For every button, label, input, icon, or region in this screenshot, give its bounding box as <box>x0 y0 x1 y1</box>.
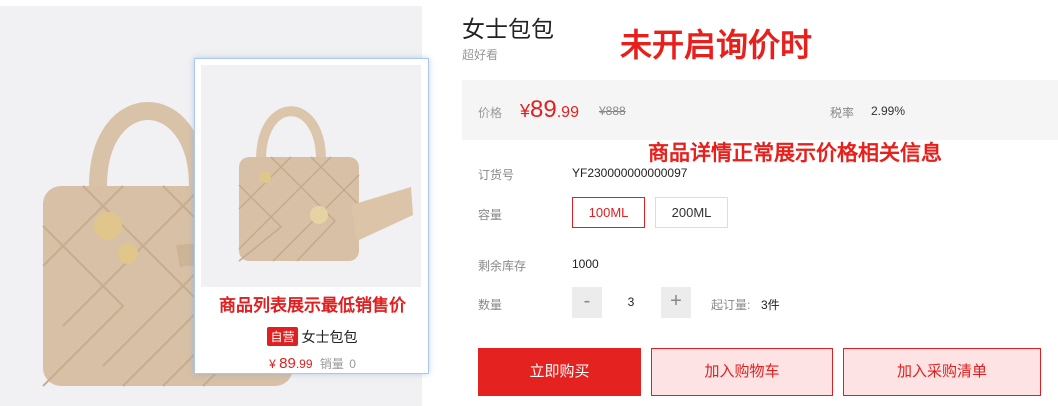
list-card-price-dec: .99 <box>295 357 313 371</box>
list-card-price-int: 89 <box>279 355 296 372</box>
annotation-no-inquiry: 未开启询价时 <box>620 27 813 63</box>
product-subtitle: 超好看 <box>462 48 499 62</box>
price-label: 价格 <box>478 106 503 120</box>
product-list-card[interactable]: 商品列表展示最低销售价 自营 女士包包 ¥ 89.99 销量 0 <box>194 58 429 374</box>
buy-now-button[interactable]: 立即购买 <box>478 348 641 396</box>
self-operated-badge: 自营 <box>267 327 298 346</box>
capacity-option-100ml[interactable]: 100ML <box>572 197 645 228</box>
stock-label: 剩余库存 <box>478 259 527 273</box>
tax-rate-value: 2.99% <box>871 104 906 118</box>
list-card-sold-label: 销量 <box>319 357 344 371</box>
quantity-label: 数量 <box>478 298 503 312</box>
min-order-value: 3件 <box>761 298 780 312</box>
price-currency: ¥ <box>520 101 531 121</box>
add-to-purchase-list-button[interactable]: 加入采购清单 <box>843 348 1041 396</box>
original-price: ¥888 <box>599 104 626 118</box>
list-card-price-row: ¥ 89.99 销量 0 <box>195 355 430 372</box>
quantity-minus-button[interactable]: - <box>572 287 602 318</box>
quantity-plus-button[interactable]: + <box>661 287 691 318</box>
list-card-name-row[interactable]: 自营 女士包包 <box>195 327 430 347</box>
capacity-option-200ml[interactable]: 200ML <box>655 197 728 228</box>
list-card-annotation: 商品列表展示最低销售价 <box>219 296 406 315</box>
list-card-image <box>201 65 421 287</box>
annotation-detail-price: 商品详情正常展示价格相关信息 <box>648 142 942 165</box>
stock-value: 1000 <box>572 257 599 271</box>
capacity-label: 容量 <box>478 208 503 222</box>
price-bar: 价格 ¥89.99 ¥888 税率 2.99% <box>462 80 1058 140</box>
product-title: 女士包包 <box>462 16 554 42</box>
price-int: 89 <box>530 96 557 123</box>
price-dec: .99 <box>556 104 579 121</box>
order-no-value: YF230000000000097 <box>572 166 688 180</box>
list-card-sold-value: 0 <box>349 357 356 371</box>
order-no-label: 订货号 <box>478 168 515 182</box>
list-card-currency: ¥ <box>269 357 276 371</box>
min-order-label: 起订量: <box>711 298 751 312</box>
quantity-input[interactable]: 3 <box>602 295 660 309</box>
list-card-name[interactable]: 女士包包 <box>302 329 358 345</box>
tax-rate-label: 税率 <box>830 106 855 120</box>
current-price: ¥89.99 <box>520 96 579 124</box>
add-to-cart-button[interactable]: 加入购物车 <box>651 348 833 396</box>
